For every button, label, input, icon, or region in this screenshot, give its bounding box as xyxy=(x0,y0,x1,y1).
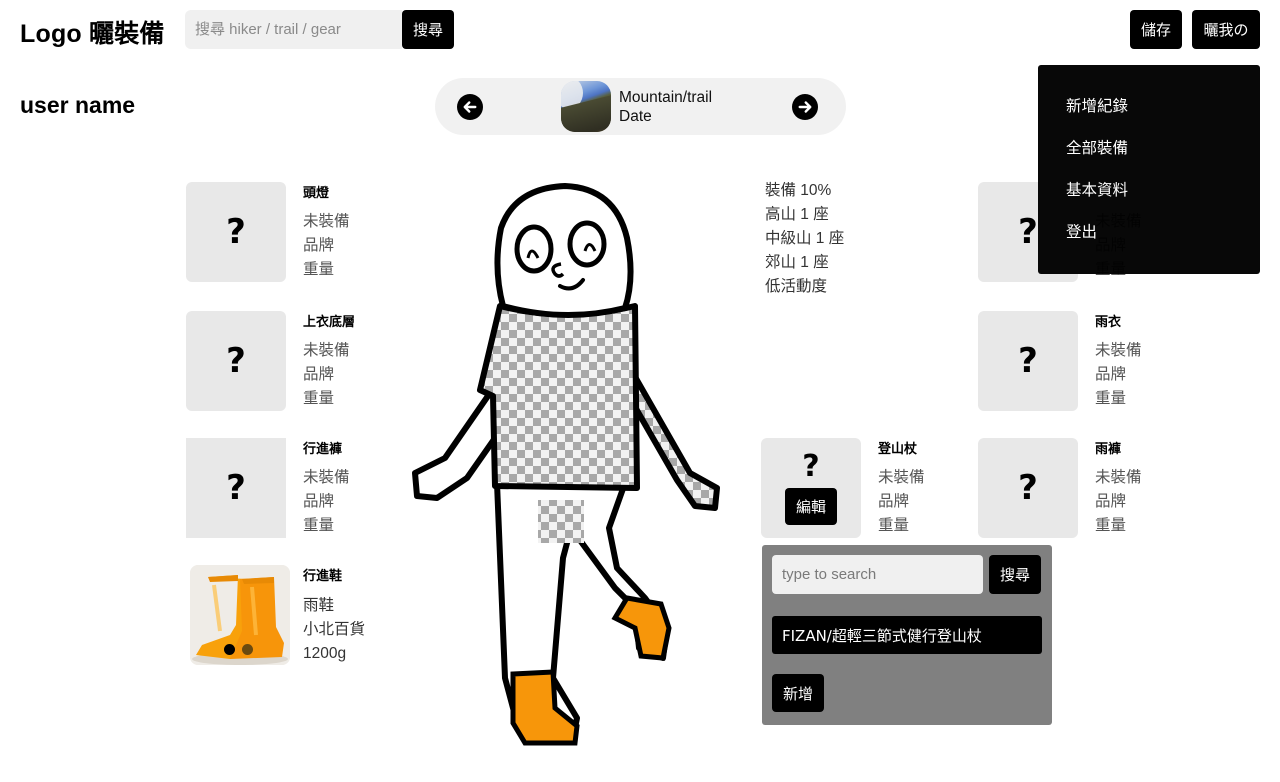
stat-equip-percent: 裝備 10% xyxy=(765,182,832,199)
stat-activity-level: 低活動度 xyxy=(765,278,828,295)
gear-brand: 品牌 xyxy=(303,237,335,254)
hiker-figure xyxy=(412,182,720,746)
gear-status: 雨鞋 xyxy=(303,597,335,614)
gear-card-headlamp[interactable]: ? 頭燈 未裝備 品牌 重量 xyxy=(186,182,416,282)
trip-title: Mountain/trail xyxy=(619,89,713,106)
left-arm xyxy=(412,391,498,501)
trip-date: Date xyxy=(619,108,652,125)
gear-title: 行進褲 xyxy=(303,441,343,456)
gear-brand: 品牌 xyxy=(303,366,335,383)
gear-stats: 裝備 10% 高山 1 座 中級山 1 座 郊山 1 座 低活動度 xyxy=(765,179,844,299)
stat-high-mountain: 高山 1 座 xyxy=(765,206,829,223)
carousel-dot[interactable] xyxy=(242,644,253,655)
gear-weight: 重量 xyxy=(303,261,335,278)
show-mine-button[interactable]: 曬我の xyxy=(1192,10,1260,49)
gear-brand: 品牌 xyxy=(878,493,910,510)
gear-title: 行進鞋 xyxy=(303,568,343,583)
gear-title: 雨褲 xyxy=(1095,441,1122,456)
gear-search-button[interactable]: 搜尋 xyxy=(989,555,1041,594)
gear-weight: 重量 xyxy=(303,517,335,534)
gear-search-result[interactable]: FIZAN/超輕三節式健行登山杖 xyxy=(772,616,1042,654)
gear-status: 未裝備 xyxy=(303,469,350,486)
question-mark-icon: ? xyxy=(1018,212,1038,252)
arrow-right-circle-icon[interactable] xyxy=(792,94,818,120)
arrow-left-circle-icon[interactable] xyxy=(457,94,483,120)
gear-title: 頭燈 xyxy=(303,185,330,200)
user-name: user name xyxy=(20,92,136,118)
gear-weight: 重量 xyxy=(878,517,910,534)
gear-title: 上衣底層 xyxy=(303,314,356,329)
global-search-button[interactable]: 搜尋 xyxy=(402,10,454,49)
menu-item-profile[interactable]: 基本資料 xyxy=(1066,179,1260,221)
pants-placeholder xyxy=(538,500,584,543)
gear-thumb[interactable]: ? xyxy=(186,311,286,411)
gear-thumb[interactable]: ? xyxy=(978,438,1078,538)
boots-photo[interactable] xyxy=(190,565,290,665)
gear-card-rain-pants[interactable]: ? 雨褲 未裝備 品牌 重量 xyxy=(978,438,1208,538)
stat-mid-mountain: 中級山 1 座 xyxy=(765,230,845,247)
gear-status: 未裝備 xyxy=(878,469,925,486)
question-mark-icon: ? xyxy=(1018,341,1038,381)
trip-navigator: Mountain/trail Date xyxy=(435,78,846,135)
question-mark-icon: ? xyxy=(226,341,246,381)
user-dropdown-menu: 新增紀錄 全部裝備 基本資料 登出 xyxy=(1038,65,1260,274)
carousel-dot-active[interactable] xyxy=(224,644,235,655)
right-arm xyxy=(624,366,720,511)
gear-thumb[interactable]: ? xyxy=(186,182,286,282)
question-mark-icon: ? xyxy=(1018,468,1038,508)
menu-item-all-gear[interactable]: 全部裝備 xyxy=(1066,137,1260,179)
gear-weight: 重量 xyxy=(303,390,335,407)
gear-thumb[interactable]: ? xyxy=(978,311,1078,411)
question-mark-icon: ? xyxy=(802,448,820,484)
global-search: 搜尋 xyxy=(185,10,455,49)
gear-brand: 品牌 xyxy=(303,493,335,510)
gear-card-raincoat[interactable]: ? 雨衣 未裝備 品牌 重量 xyxy=(978,311,1208,411)
shirt xyxy=(477,303,640,491)
question-mark-icon: ? xyxy=(226,212,246,252)
save-button[interactable]: 儲存 xyxy=(1130,10,1182,49)
head xyxy=(494,182,634,318)
gear-card-base-layer[interactable]: ? 上衣底層 未裝備 品牌 重量 xyxy=(186,311,416,411)
gear-brand: 品牌 xyxy=(1095,366,1127,383)
gear-weight: 重量 xyxy=(1095,517,1127,534)
gear-search-input[interactable] xyxy=(772,555,983,594)
gear-status: 未裝備 xyxy=(303,342,350,359)
gear-thumb[interactable]: ? 編輯 xyxy=(761,438,861,538)
gear-brand: 小北百貨 xyxy=(303,621,366,638)
logo[interactable]: Logo 曬裝備 xyxy=(20,14,165,50)
gear-picker-panel: 搜尋 FIZAN/超輕三節式健行登山杖 新增 xyxy=(762,545,1052,725)
gear-weight: 1200g xyxy=(303,645,347,662)
question-mark-icon: ? xyxy=(226,468,246,508)
gear-card-hiking-shoes[interactable]: 行進鞋 雨鞋 小北百貨 1200g xyxy=(186,565,416,665)
gear-status: 未裝備 xyxy=(1095,342,1142,359)
menu-item-logout[interactable]: 登出 xyxy=(1066,221,1260,263)
add-gear-button[interactable]: 新增 xyxy=(772,674,824,712)
menu-item-new-record[interactable]: 新增紀錄 xyxy=(1066,95,1260,137)
gear-title: 雨衣 xyxy=(1095,314,1122,329)
gear-title: 登山杖 xyxy=(878,441,918,456)
gear-thumb[interactable]: ? xyxy=(186,438,286,538)
trail-photo xyxy=(561,81,611,132)
gear-brand: 品牌 xyxy=(1095,493,1127,510)
gear-status: 未裝備 xyxy=(1095,469,1142,486)
gear-card-hiking-pants[interactable]: ? 行進褲 未裝備 品牌 重量 xyxy=(186,438,416,538)
global-search-input[interactable] xyxy=(185,10,402,49)
stat-suburban-mountain: 郊山 1 座 xyxy=(765,254,829,271)
gear-weight: 重量 xyxy=(1095,390,1127,407)
gear-card-trekking-pole[interactable]: ? 編輯 登山杖 未裝備 品牌 重量 xyxy=(761,438,991,538)
edit-button[interactable]: 編輯 xyxy=(785,487,837,525)
gear-status: 未裝備 xyxy=(303,213,350,230)
